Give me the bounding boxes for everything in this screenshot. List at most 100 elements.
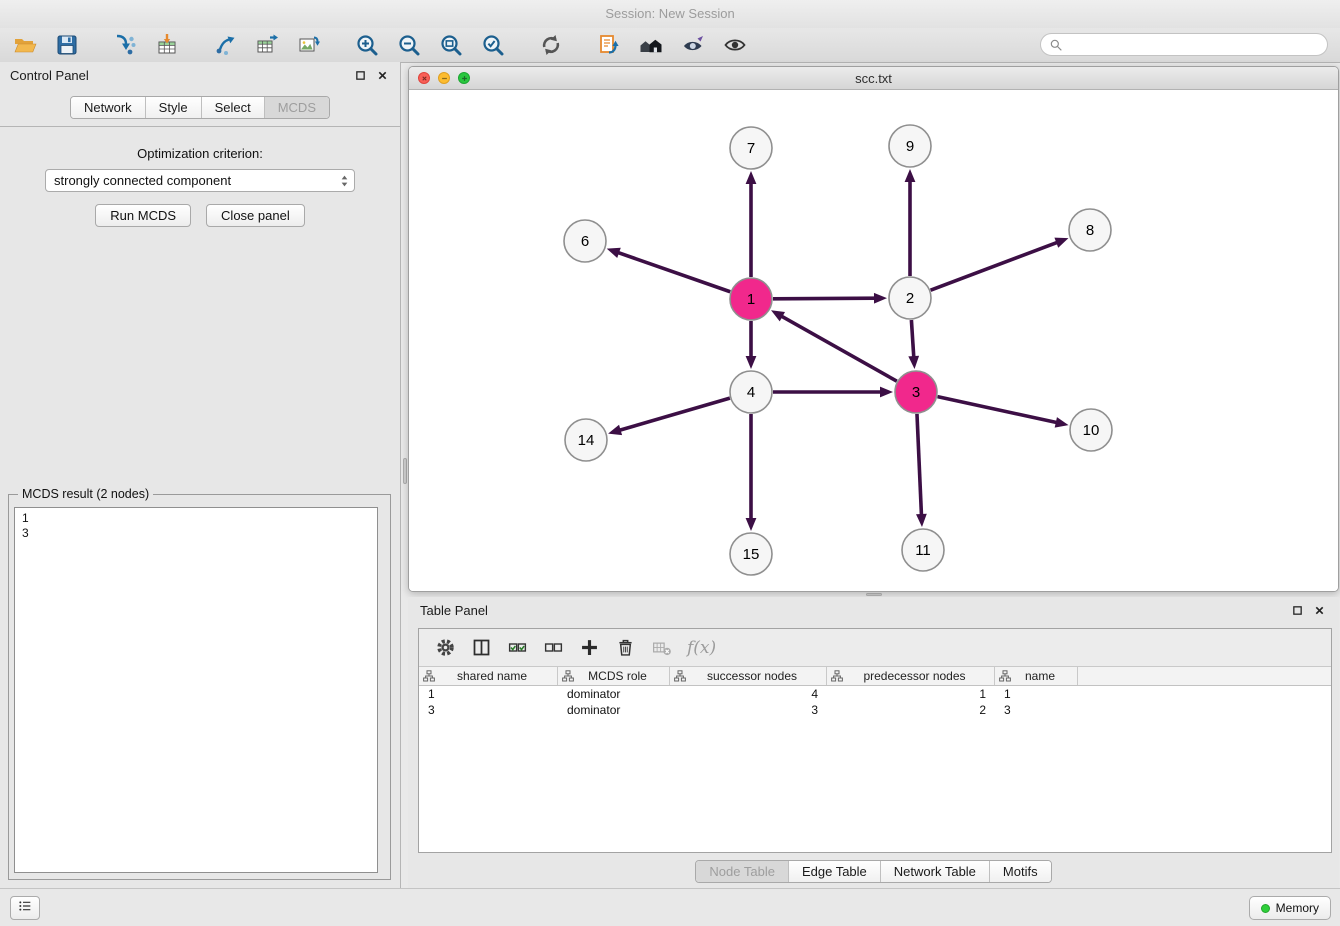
svg-text:1: 1 — [747, 291, 755, 308]
graph-edge-1-2[interactable] — [773, 298, 876, 299]
graph-node-6[interactable]: 6 — [564, 220, 606, 262]
open-web-icon[interactable] — [588, 30, 630, 60]
tab-mcds[interactable]: MCDS — [264, 97, 329, 118]
search-input[interactable] — [1068, 38, 1319, 52]
close-panel-icon[interactable] — [1311, 602, 1327, 618]
graph-node-3[interactable]: 3 — [895, 371, 937, 413]
import-network-icon[interactable] — [104, 30, 146, 60]
open-folder-icon[interactable] — [4, 30, 46, 60]
table-row[interactable]: 1dominator411 — [419, 686, 1331, 702]
close-panel-button[interactable]: Close panel — [206, 204, 305, 227]
splitter-grip[interactable] — [866, 593, 882, 596]
network-canvas[interactable]: 7 9 6 8 1 2 4 3 14 10 15 11 — [409, 90, 1338, 592]
graph-edge-3-10[interactable] — [937, 397, 1057, 423]
graph-edge-3-11[interactable] — [917, 414, 922, 516]
svg-text:9: 9 — [906, 138, 914, 155]
tab-node-table[interactable]: Node Table — [696, 861, 788, 882]
tab-edge-table[interactable]: Edge Table — [788, 861, 880, 882]
node-table: f(x) shared nameMCDS role successor nodes… — [418, 628, 1332, 853]
svg-text:3: 3 — [912, 384, 920, 401]
main-toolbar-groups — [0, 30, 772, 60]
plus-icon[interactable] — [571, 633, 607, 663]
table-row[interactable]: 3dominator323 — [419, 702, 1331, 718]
column-header-label: successor nodes — [686, 669, 826, 683]
close-panel-icon[interactable] — [374, 67, 390, 83]
svg-text:7: 7 — [747, 140, 755, 157]
graph-edge-4-14[interactable] — [619, 398, 730, 430]
graph-edge-2-3[interactable] — [911, 320, 913, 358]
trash-icon[interactable] — [607, 633, 643, 663]
column-header-label: shared name — [435, 669, 557, 683]
graph-node-1[interactable]: 1 — [730, 278, 772, 320]
save-icon[interactable] — [46, 30, 88, 60]
function-builder-icon[interactable]: f(x) — [687, 638, 716, 658]
table-panel-tabs: Node TableEdge TableNetwork TableMotifs — [695, 860, 1051, 883]
refresh-icon[interactable] — [530, 30, 572, 60]
table-header-row: shared nameMCDS role successor nodes prede… — [419, 667, 1331, 686]
zoom-fit-icon[interactable] — [430, 30, 472, 60]
tab-network[interactable]: Network — [71, 97, 145, 118]
empty-boxes-icon[interactable] — [535, 633, 571, 663]
control-panel-title: Control Panel — [10, 68, 346, 83]
search-box[interactable] — [1040, 33, 1328, 56]
tab-motifs[interactable]: Motifs — [989, 861, 1051, 882]
gear-icon[interactable] — [427, 633, 463, 663]
memory-button[interactable]: Memory — [1249, 896, 1331, 920]
tab-select[interactable]: Select — [201, 97, 264, 118]
delete-column-icon[interactable] — [643, 633, 679, 663]
criterion-dropdown[interactable]: strongly connected component — [45, 169, 355, 192]
float-panel-icon[interactable] — [352, 67, 368, 83]
export-table-icon[interactable] — [246, 30, 288, 60]
graph-edge-1-6[interactable] — [617, 252, 730, 292]
column-header-predecessor-nodes[interactable]: predecessor nodes — [827, 667, 995, 685]
tab-network-table[interactable]: Network Table — [880, 861, 989, 882]
export-image-icon[interactable] — [288, 30, 330, 60]
graph-node-11[interactable]: 11 — [902, 529, 944, 571]
style-brush-icon[interactable] — [672, 30, 714, 60]
splitter-grip[interactable] — [403, 458, 407, 484]
export-network-icon[interactable] — [204, 30, 246, 60]
column-header-MCDS-role[interactable]: MCDS role — [558, 667, 670, 685]
svg-text:11: 11 — [915, 542, 931, 559]
zoom-in-icon[interactable] — [346, 30, 388, 60]
graph-node-10[interactable]: 10 — [1070, 409, 1112, 451]
table-panel-title: Table Panel — [420, 603, 1283, 618]
table-toolbar: f(x) — [419, 629, 1331, 667]
float-panel-icon[interactable] — [1289, 602, 1305, 618]
run-mcds-button[interactable]: Run MCDS — [95, 204, 191, 227]
column-header-filler — [1078, 667, 1331, 685]
column-header-name[interactable]: name — [995, 667, 1078, 685]
task-history-button[interactable] — [10, 896, 40, 920]
zoom-selected-icon[interactable] — [472, 30, 514, 60]
graph-node-15[interactable]: 15 — [730, 533, 772, 575]
graph-node-2[interactable]: 2 — [889, 277, 931, 319]
zoom-out-icon[interactable] — [388, 30, 430, 60]
home-icon[interactable] — [630, 30, 672, 60]
svg-text:8: 8 — [1086, 222, 1094, 239]
network-graph[interactable]: 7 9 6 8 1 2 4 3 14 10 15 11 — [409, 90, 1338, 592]
graph-node-8[interactable]: 8 — [1069, 209, 1111, 251]
chevron-up-down-icon — [339, 173, 350, 189]
tab-style[interactable]: Style — [145, 97, 201, 118]
column-header-label: predecessor nodes — [843, 669, 994, 683]
graph-node-7[interactable]: 7 — [730, 127, 772, 169]
graph-node-14[interactable]: 14 — [565, 419, 607, 461]
mcds-result-list[interactable]: 13 — [14, 507, 378, 873]
graph-node-4[interactable]: 4 — [730, 371, 772, 413]
import-table-icon[interactable] — [146, 30, 188, 60]
columns-icon[interactable] — [463, 633, 499, 663]
graph-edge-2-8[interactable] — [931, 242, 1059, 290]
tab-separator — [0, 126, 400, 127]
window-title: Session: New Session — [0, 0, 1340, 28]
graph-edge-arrow — [746, 171, 757, 184]
control-panel-tabs: NetworkStyleSelectMCDS — [70, 96, 330, 119]
graph-node-9[interactable]: 9 — [889, 125, 931, 167]
svg-text:10: 10 — [1083, 422, 1100, 439]
eye-icon[interactable] — [714, 30, 756, 60]
vertical-splitter[interactable] — [401, 62, 408, 888]
graph-edge-3-1[interactable] — [781, 316, 897, 382]
column-header-shared-name[interactable]: shared name — [419, 667, 558, 685]
control-panel-header: Control Panel — [0, 62, 400, 88]
check-boxes-icon[interactable] — [499, 633, 535, 663]
column-header-successor-nodes[interactable]: successor nodes — [670, 667, 827, 685]
